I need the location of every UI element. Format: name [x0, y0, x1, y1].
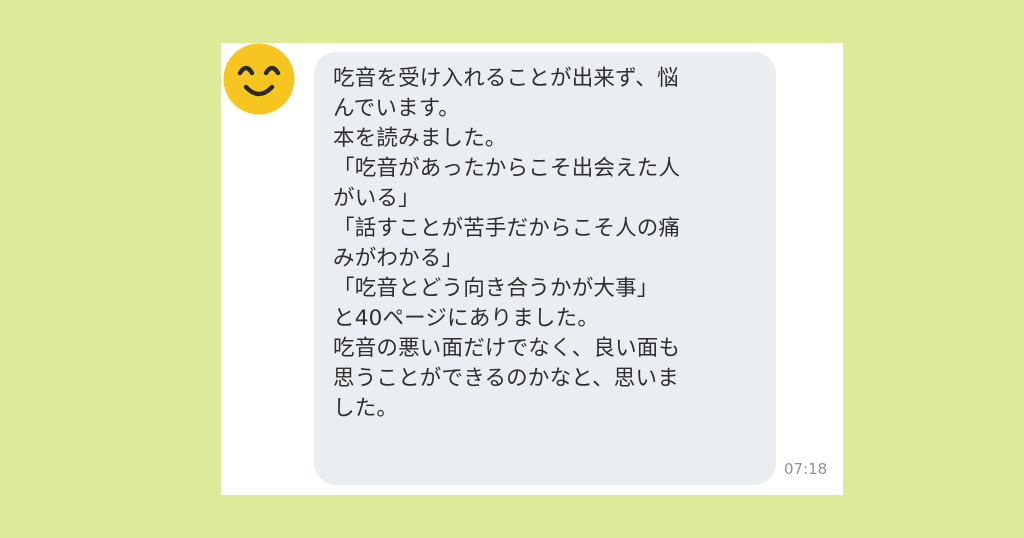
message-timestamp: 07:18 — [784, 460, 828, 478]
message-line: 「吃音があったからこそ出会えた人 — [333, 156, 681, 181]
message-line: 「吃音とどう向き合うかが大事」 — [333, 276, 659, 301]
chat-card: 吃音を受け入れることが出来ず、悩 んでいます。 本を読みました。 「吃音があった… — [221, 43, 843, 495]
message-line: んでいます。 — [333, 96, 460, 121]
message-line: 吃音を受け入れることが出来ず、悩 — [333, 66, 679, 91]
message-line: 「話すことが苦手だからこそ人の痛 — [333, 216, 681, 241]
message-line: 本を読みました。 — [333, 126, 507, 151]
message-line: 思うことができるのかなと、思いま — [333, 366, 679, 391]
smiling-face-icon — [223, 43, 295, 115]
message-line: と40ページにありました。 — [333, 306, 600, 331]
message-line: みがわかる」 — [333, 246, 464, 271]
message-bubble: 吃音を受け入れることが出来ず、悩 んでいます。 本を読みました。 「吃音があった… — [314, 52, 776, 485]
message-line: した。 — [333, 396, 399, 421]
message-line: がいる」 — [333, 186, 420, 211]
message-line: 吃音の悪い面だけでなく、良い面も — [333, 336, 681, 361]
